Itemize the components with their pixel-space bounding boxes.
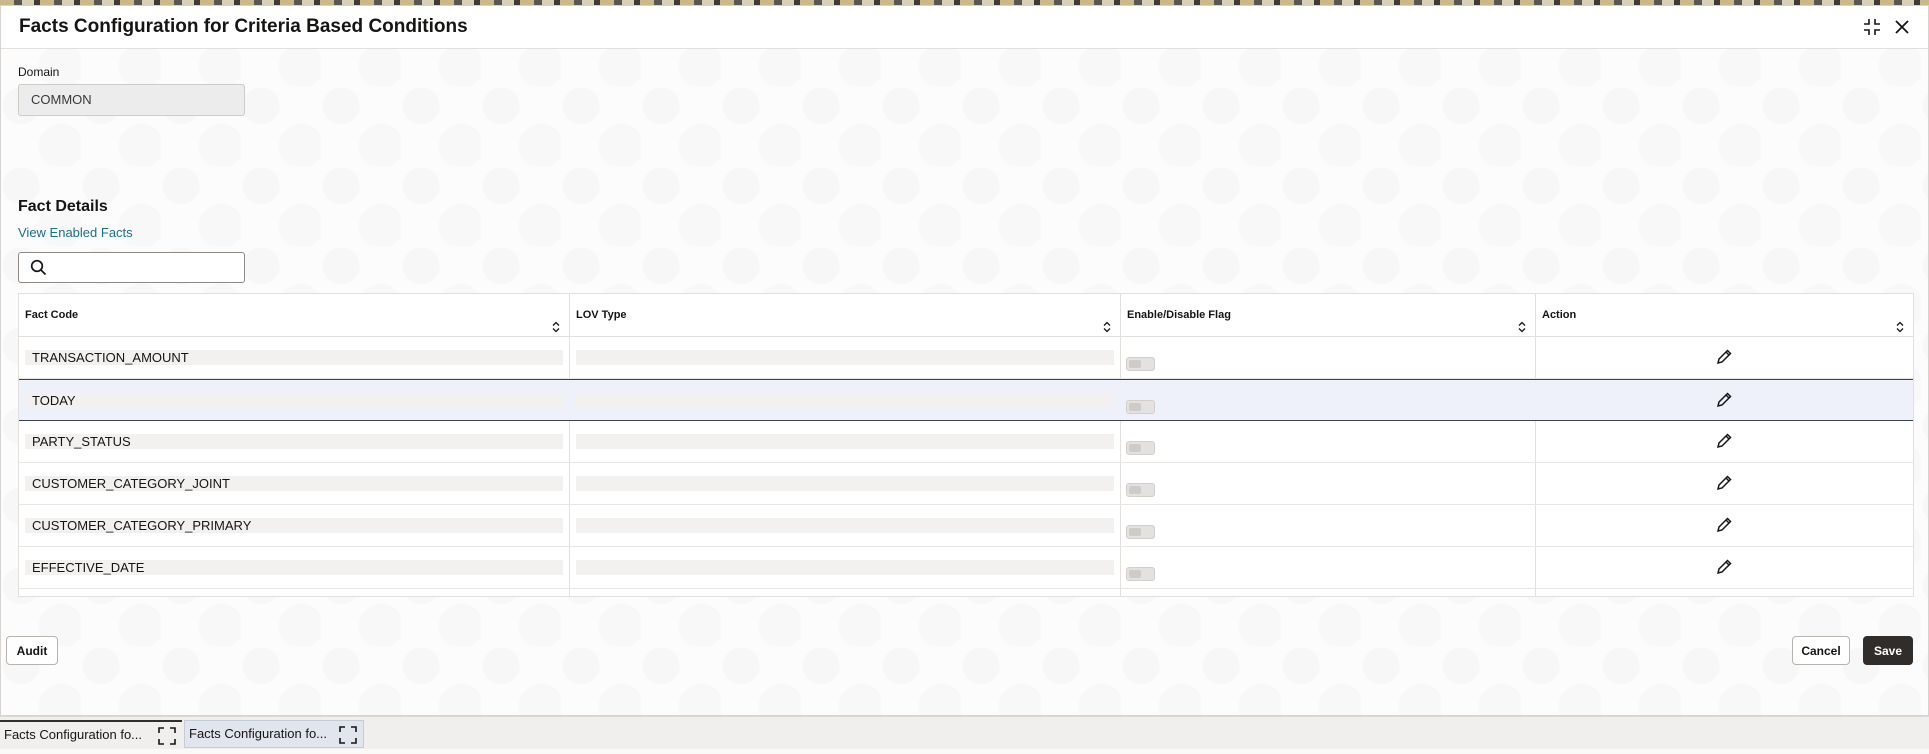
pencil-icon[interactable]: [1715, 391, 1735, 411]
enable-toggle[interactable]: [1126, 441, 1155, 455]
expand-icon[interactable]: [158, 727, 176, 754]
cancel-button[interactable]: Cancel: [1792, 636, 1850, 665]
fact-table: Fact Code LOV Type Enable/Disable Flag A…: [18, 293, 1914, 597]
column-header-fact-code: Fact Code: [19, 294, 570, 337]
pencil-icon[interactable]: [1715, 516, 1735, 536]
table-row[interactable]: PARTY_STATUS: [19, 421, 1913, 463]
lov-type-cell: [576, 518, 1114, 533]
dialog-title: Facts Configuration for Criteria Based C…: [19, 16, 468, 37]
column-header-action: Action: [1536, 294, 1914, 337]
domain-label: Domain: [18, 65, 60, 79]
enable-toggle[interactable]: [1126, 357, 1155, 371]
column-header-enable-flag: Enable/Disable Flag: [1121, 294, 1536, 337]
fact-code-cell: CUSTOMER_CATEGORY_JOINT: [25, 476, 563, 491]
domain-field: COMMON: [18, 84, 245, 116]
column-header-lov-type: LOV Type: [570, 294, 1121, 337]
fact-code-cell: PARTY_STATUS: [25, 434, 563, 449]
pencil-icon[interactable]: [1715, 348, 1735, 368]
enable-toggle[interactable]: [1126, 400, 1155, 414]
pencil-icon[interactable]: [1715, 474, 1735, 494]
fact-code-cell: TRANSACTION_AMOUNT: [25, 350, 563, 365]
table-row[interactable]: EFFECTIVE_DATE: [19, 547, 1913, 589]
fact-code-cell: CUSTOMER_CATEGORY_PRIMARY: [25, 518, 563, 533]
lov-type-cell: [576, 393, 1114, 408]
table-row[interactable]: TODAY: [19, 379, 1913, 421]
pencil-icon[interactable]: [1715, 432, 1735, 452]
search-icon: [30, 259, 47, 281]
table-row[interactable]: CUSTOMER_CATEGORY_PRIMARY: [19, 505, 1913, 547]
pencil-icon[interactable]: [1715, 558, 1735, 578]
taskbar-tab[interactable]: Facts Configuration fo...: [0, 720, 182, 748]
fact-code-cell: EFFECTIVE_DATE: [25, 560, 563, 575]
lov-type-cell: [576, 434, 1114, 449]
taskbar: Facts Configuration fo... Facts Configur…: [0, 716, 1929, 749]
lov-type-cell: [576, 350, 1114, 365]
lov-type-cell: [576, 476, 1114, 491]
table-row[interactable]: CUSTOMER_CATEGORY_JOINT: [19, 463, 1913, 505]
enable-toggle[interactable]: [1126, 567, 1155, 581]
fact-details-title: Fact Details: [18, 198, 108, 215]
compress-icon[interactable]: [1861, 16, 1883, 38]
table-row[interactable]: TRANSACTION_AMOUNT: [19, 337, 1913, 379]
lov-type-cell: [576, 560, 1114, 575]
facts-config-dialog: Facts Configuration for Criteria Based C…: [0, 5, 1929, 716]
enable-toggle[interactable]: [1126, 525, 1155, 539]
taskbar-tab[interactable]: Facts Configuration fo...: [184, 720, 364, 748]
audit-button[interactable]: Audit: [6, 636, 58, 665]
close-icon[interactable]: [1891, 16, 1913, 38]
fact-code-cell: TODAY: [25, 393, 563, 408]
save-button[interactable]: Save: [1863, 636, 1913, 665]
enable-toggle[interactable]: [1126, 483, 1155, 497]
view-enabled-facts-link[interactable]: View Enabled Facts: [18, 225, 133, 240]
search-input[interactable]: [18, 252, 245, 283]
dialog-header: Facts Configuration for Criteria Based C…: [1, 6, 1928, 49]
table-header: Fact Code LOV Type Enable/Disable Flag A…: [19, 294, 1913, 337]
